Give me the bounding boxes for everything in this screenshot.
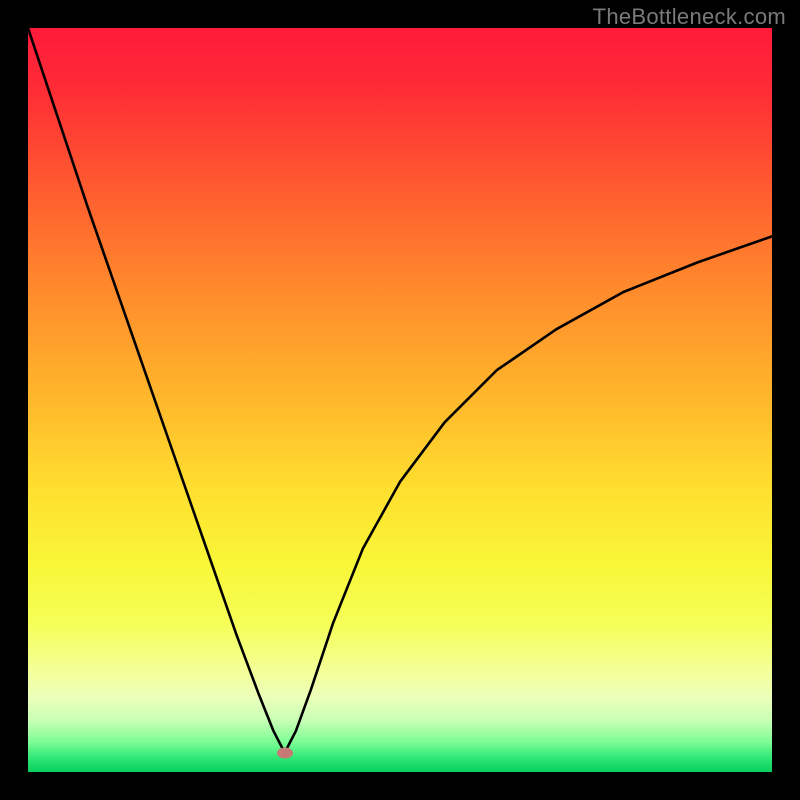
bottleneck-curve [28,28,772,753]
curve-svg [28,28,772,772]
plot-area [28,28,772,772]
chart-frame: TheBottleneck.com [0,0,800,800]
minimum-marker [277,747,293,758]
watermark-text: TheBottleneck.com [593,4,786,30]
